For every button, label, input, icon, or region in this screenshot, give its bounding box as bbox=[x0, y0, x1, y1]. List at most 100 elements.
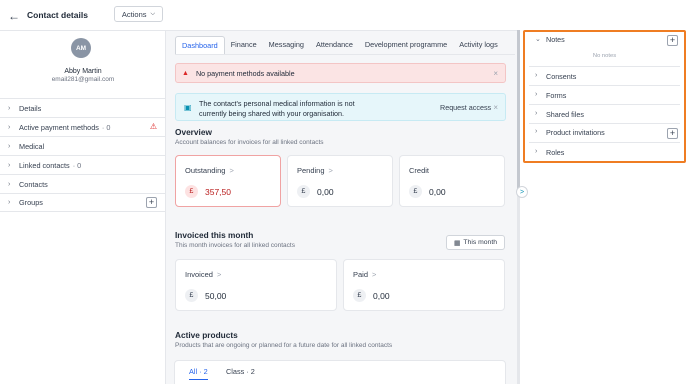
sidebar-nav: › Details › Active payment methods · 0 ⚠… bbox=[0, 98, 166, 212]
this-month-button[interactable]: ▦ This month bbox=[446, 235, 505, 250]
tab-all-products[interactable]: All · 2 bbox=[189, 367, 208, 380]
sidebar-item-count: · 0 bbox=[101, 122, 111, 132]
section-label: Product invitations bbox=[546, 128, 605, 137]
close-icon[interactable]: × bbox=[493, 69, 498, 78]
this-month-label: This month bbox=[463, 239, 498, 246]
notes-section[interactable]: ⌄ Notes + bbox=[525, 35, 684, 47]
sidebar-item-contacts[interactable]: › Contacts bbox=[0, 174, 166, 193]
pending-value: 0,00 bbox=[317, 187, 334, 197]
products-tab-bar: All · 2 Class · 2 bbox=[174, 360, 506, 384]
add-note-button[interactable]: + bbox=[667, 35, 678, 46]
chevron-right-icon: › bbox=[8, 161, 11, 169]
pound-icon: £ bbox=[185, 185, 198, 198]
tab-attendance[interactable]: Attendance bbox=[310, 36, 359, 54]
expand-panel-button[interactable]: > bbox=[516, 186, 528, 198]
chevron-down-icon: ⌄ bbox=[535, 36, 541, 43]
no-notes-text: No notes bbox=[592, 53, 617, 59]
paid-card[interactable]: Paid > £ 0,00 bbox=[343, 259, 505, 311]
consents-section[interactable]: › Consents bbox=[525, 72, 684, 84]
sidebar-item-label: Details bbox=[19, 103, 42, 113]
section-label: Shared files bbox=[546, 110, 584, 119]
pound-icon: £ bbox=[353, 289, 366, 302]
sidebar-item-groups[interactable]: › Groups + bbox=[0, 193, 166, 212]
calendar-icon: ▦ bbox=[453, 239, 461, 247]
sidebar-item-label: Groups bbox=[19, 198, 43, 207]
tab-dashboard[interactable]: Dashboard bbox=[175, 36, 225, 54]
sidebar-item-count: · 0 bbox=[72, 160, 82, 170]
divider bbox=[529, 66, 680, 67]
chevron-right-icon: › bbox=[8, 123, 11, 131]
actions-label: Actions bbox=[121, 9, 147, 19]
add-group-button[interactable]: + bbox=[146, 197, 157, 208]
outstanding-value: 357,50 bbox=[205, 187, 231, 197]
pending-card[interactable]: Pending > £ 0,00 bbox=[287, 155, 393, 207]
close-icon[interactable]: × bbox=[493, 103, 498, 112]
page-title: Contact details bbox=[27, 10, 88, 20]
invoiced-title: Invoiced this month bbox=[175, 230, 254, 240]
roles-section[interactable]: › Roles bbox=[525, 148, 684, 160]
actions-button[interactable]: Actions ⌵ bbox=[114, 6, 163, 22]
chat-icon: ▣ bbox=[184, 103, 192, 112]
scrollbar-thumb[interactable] bbox=[517, 30, 520, 190]
tab-class-products[interactable]: Class · 2 bbox=[226, 367, 255, 376]
divider bbox=[529, 142, 680, 143]
payment-alert-text: No payment methods available bbox=[195, 68, 295, 78]
tab-finance[interactable]: Finance bbox=[225, 36, 263, 54]
pound-icon: £ bbox=[297, 185, 310, 198]
chevron-right-icon: › bbox=[8, 142, 11, 150]
sidebar-item-label: Active payment methods bbox=[19, 122, 99, 132]
sidebar-item-label: Medical bbox=[19, 141, 45, 151]
tab-bar: Dashboard Finance Messaging Attendance D… bbox=[175, 36, 504, 54]
chevron-right-icon: › bbox=[8, 104, 11, 112]
warning-icon: ▲ bbox=[182, 69, 189, 77]
chevron-right-icon: › bbox=[535, 128, 538, 135]
add-invitation-button[interactable]: + bbox=[667, 128, 678, 139]
sidebar-item-medical[interactable]: › Medical bbox=[0, 136, 166, 155]
sidebar-item-details[interactable]: › Details bbox=[0, 98, 166, 117]
credit-card: Credit £ 0,00 bbox=[399, 155, 505, 207]
contact-email: email281@gmail.com bbox=[51, 76, 115, 83]
invoiced-card[interactable]: Invoiced > £ 50,00 bbox=[175, 259, 337, 311]
divider bbox=[529, 123, 680, 124]
outstanding-card[interactable]: Outstanding > £ 357,50 bbox=[175, 155, 281, 207]
arrow-left-icon[interactable]: ← bbox=[8, 9, 20, 23]
divider bbox=[529, 85, 680, 86]
left-sidebar: AM Abby Martin email281@gmail.com › Deta… bbox=[0, 30, 166, 384]
chevron-right-icon: › bbox=[535, 91, 538, 98]
chevron-down-icon: ⌵ bbox=[150, 10, 156, 17]
medical-alert-text: The contact's personal medical informati… bbox=[199, 99, 355, 118]
chevron-right-icon: › bbox=[535, 148, 538, 155]
warning-icon: ⚠ bbox=[149, 122, 157, 131]
overview-title: Overview bbox=[175, 127, 212, 137]
card-label: Outstanding > bbox=[185, 166, 234, 175]
header: ← Contact details Actions ⌵ bbox=[0, 0, 520, 30]
card-label: Credit bbox=[409, 166, 430, 175]
right-panel: ⌄ Notes + No notes › Consents › Forms › … bbox=[523, 30, 686, 163]
sidebar-item-linked-contacts[interactable]: › Linked contacts · 0 bbox=[0, 155, 166, 174]
payment-alert: ▲ No payment methods available × bbox=[175, 63, 506, 83]
overview-subtitle: Account balances for invoices for all li… bbox=[175, 139, 324, 146]
card-label: Pending > bbox=[297, 166, 333, 175]
paid-value: 0,00 bbox=[373, 291, 390, 301]
forms-section[interactable]: › Forms bbox=[525, 91, 684, 103]
chevron-right-icon: > bbox=[372, 270, 377, 279]
tab-activity-logs[interactable]: Activity logs bbox=[453, 36, 504, 54]
section-label: Roles bbox=[546, 148, 565, 157]
shared-files-section[interactable]: › Shared files bbox=[525, 110, 684, 122]
sidebar-item-payment-methods[interactable]: › Active payment methods · 0 ⚠ bbox=[0, 117, 166, 136]
card-label: Paid > bbox=[353, 270, 377, 279]
medical-info-alert: ▣ The contact's personal medical informa… bbox=[175, 93, 506, 121]
avatar: AM bbox=[71, 38, 91, 58]
chevron-right-icon: › bbox=[8, 199, 11, 206]
pound-icon: £ bbox=[185, 289, 198, 302]
section-label: Consents bbox=[546, 72, 577, 81]
credit-value: 0,00 bbox=[429, 187, 446, 197]
tab-development-programme[interactable]: Development programme bbox=[359, 36, 453, 54]
active-products-title: Active products bbox=[175, 330, 238, 340]
chevron-right-icon: › bbox=[8, 180, 11, 188]
request-access-link[interactable]: Request access bbox=[440, 103, 491, 112]
tab-messaging[interactable]: Messaging bbox=[263, 36, 310, 54]
product-invitations-section[interactable]: › Product invitations + bbox=[525, 128, 684, 140]
card-label: Invoiced > bbox=[185, 270, 222, 279]
notes-label: Notes bbox=[546, 35, 565, 44]
